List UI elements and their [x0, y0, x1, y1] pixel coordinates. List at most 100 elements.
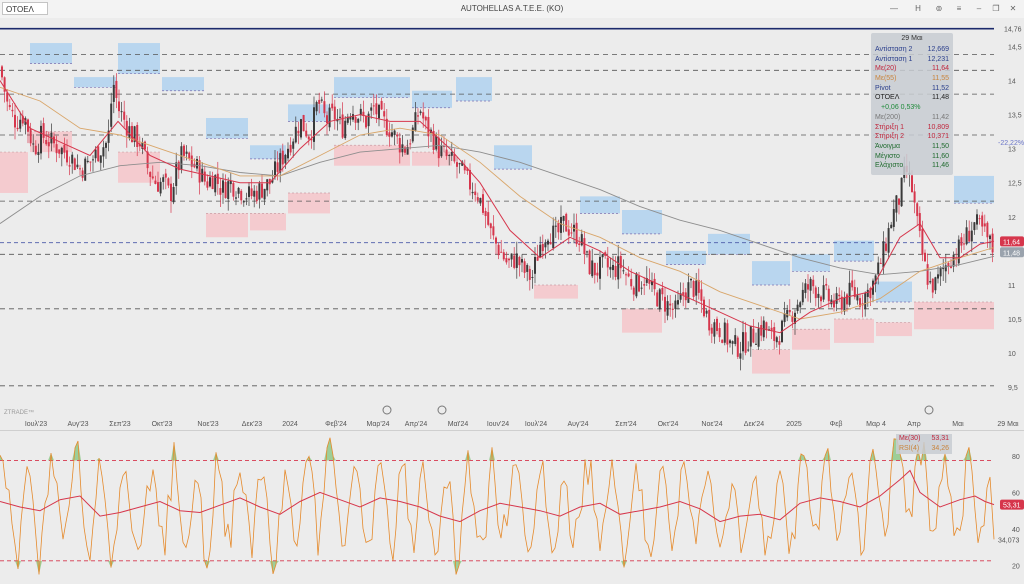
- candle-body: [497, 244, 500, 256]
- candle-body: [367, 113, 370, 127]
- candle-body: [274, 161, 276, 178]
- candle-body: [471, 191, 474, 194]
- candle-body: [926, 264, 929, 285]
- candle-body: [552, 225, 555, 249]
- candle-body: [500, 251, 503, 253]
- candle-body: [240, 190, 243, 201]
- candle-body: [164, 173, 167, 178]
- candle-body: [11, 109, 14, 112]
- y-tick-label: 9,5: [1008, 385, 1018, 392]
- candle-body: [588, 250, 591, 275]
- x-tick-label: Νοε'23: [197, 421, 218, 428]
- candle-body: [718, 328, 721, 338]
- candle-body: [320, 99, 323, 101]
- candle-body: [721, 339, 724, 343]
- candle-body: [895, 195, 898, 213]
- candle-body: [151, 176, 154, 179]
- candle-body: [973, 222, 976, 231]
- candle-body: [219, 188, 222, 195]
- x-tick-label: 29 Μαι: [997, 421, 1019, 428]
- candle-body: [16, 127, 19, 130]
- candle-body: [224, 181, 227, 198]
- x-tick-label: Δεκ'23: [242, 421, 263, 428]
- candle-body: [580, 234, 583, 246]
- x-tick-label: 2025: [786, 421, 802, 428]
- info-date: 29 Μαι: [901, 35, 923, 42]
- candle-body: [887, 228, 890, 253]
- candle-body: [593, 262, 596, 276]
- candle-body: [487, 212, 490, 225]
- x-tick-label: Μαρ 4: [866, 421, 886, 428]
- resistance-zone: [876, 281, 912, 302]
- candle-body: [716, 318, 718, 332]
- info-row: Με(200) 11,42: [871, 113, 953, 123]
- candle-body: [315, 102, 318, 112]
- candle-body: [86, 160, 89, 163]
- candle-body: [671, 308, 674, 310]
- candle-body: [814, 287, 817, 299]
- candle-body: [396, 134, 399, 137]
- info-row: Μέγιστο 11,60: [871, 152, 953, 162]
- support-zone: [792, 329, 830, 350]
- candle-body: [68, 165, 71, 167]
- candle-body: [976, 214, 978, 225]
- candle-body: [515, 253, 518, 268]
- candle-body: [661, 288, 664, 295]
- candle-body: [939, 267, 942, 277]
- candle-body: [66, 150, 68, 163]
- candle-body: [596, 272, 599, 276]
- candle-body: [991, 233, 994, 253]
- alert-icon[interactable]: ⊚: [933, 3, 945, 15]
- rsi-y-tick-label: 80: [1012, 454, 1020, 461]
- info-row-value: 11,46: [932, 162, 949, 170]
- info-row-label: Αντίσταση 1: [875, 55, 913, 63]
- candle-body: [474, 191, 477, 196]
- candle-body: [692, 281, 695, 297]
- candle-body: [510, 253, 513, 260]
- candle-body: [526, 264, 529, 272]
- candle-body: [900, 177, 903, 207]
- candle-body: [622, 270, 625, 272]
- candle-body: [549, 241, 552, 245]
- minus-icon[interactable]: —: [888, 3, 900, 15]
- indicator-legend-label: RSI(4): [899, 445, 920, 452]
- candle-body: [253, 190, 256, 197]
- x-tick-label: Ιουλ'23: [25, 421, 47, 428]
- candle-body: [19, 119, 22, 129]
- candle-body: [877, 262, 880, 275]
- candle-body: [731, 341, 734, 344]
- info-row: Αντίσταση 1 12,231: [871, 55, 953, 65]
- info-row-value: 12,669: [927, 46, 949, 53]
- x-tick-label: Απρ'24: [405, 421, 428, 428]
- list-icon[interactable]: ≡: [953, 3, 965, 15]
- candle-body: [778, 341, 781, 345]
- close-icon[interactable]: ✕: [1007, 3, 1019, 15]
- resistance-zone: [118, 43, 160, 74]
- interval-button[interactable]: H: [912, 3, 924, 15]
- x-tick-label: Μαϊ'24: [448, 421, 469, 428]
- candle-body: [94, 149, 97, 159]
- x-tick-label: 2024: [282, 421, 298, 428]
- restore-icon[interactable]: ❐: [990, 3, 1002, 15]
- candle-body: [482, 194, 484, 213]
- candle-body: [372, 105, 375, 107]
- candle-body: [157, 182, 159, 192]
- candle-body: [817, 293, 820, 298]
- x-tick-label: Οκτ'24: [658, 421, 679, 428]
- candle-body: [557, 222, 560, 233]
- candle-body: [827, 288, 830, 302]
- support-zone: [288, 192, 330, 214]
- rsi-chart[interactable]: 20 40 60 80 53,31 34,073: [0, 430, 1024, 584]
- info-row-label: Άνοιγμα: [875, 142, 901, 150]
- info-panel: 29 Μαι Αντίσταση 2 12,669 Αντίσταση 1 12,23…: [871, 33, 953, 175]
- info-row-label: Μέγιστο: [875, 152, 900, 160]
- info-row: Με(20) 11,64: [871, 64, 953, 74]
- minimize-icon[interactable]: –: [973, 3, 985, 15]
- info-row-label: Στήριξη 1: [875, 123, 905, 131]
- candle-body: [916, 203, 919, 217]
- resistance-zone: [74, 77, 116, 88]
- candle-body: [957, 239, 960, 264]
- x-tick-label: Αυγ'24: [567, 421, 588, 428]
- candle-body: [40, 125, 42, 154]
- candle-body: [736, 337, 739, 357]
